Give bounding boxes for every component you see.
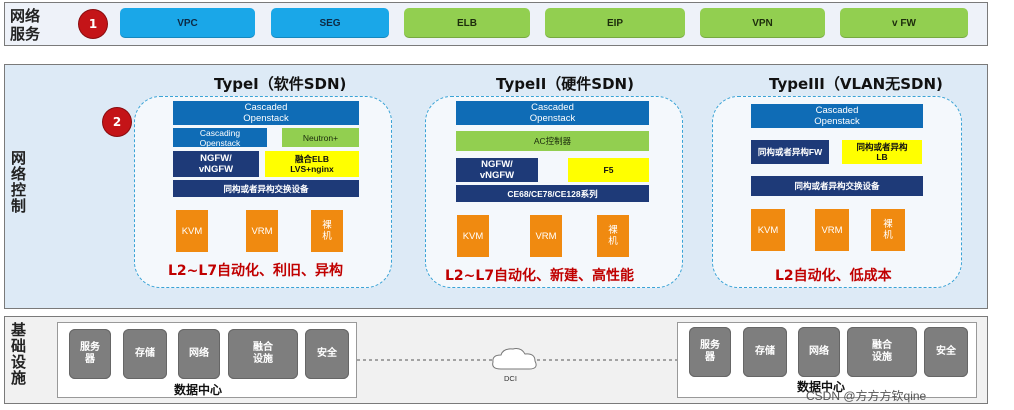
service-vpc: VPC <box>120 8 255 38</box>
dc-left-label: 数据中心 <box>174 383 223 397</box>
service-vpn: VPN <box>700 8 825 38</box>
type2-ac-controller: AC控制器 <box>456 131 649 151</box>
badge-1: 1 <box>79 10 107 38</box>
type3-lb: 同构或者异构 LB <box>842 140 922 164</box>
type1-slogan: L2~L7自动化、利旧、异构 <box>168 263 344 279</box>
type3-vrm: VRM <box>815 209 849 251</box>
type2-f5: F5 <box>568 158 649 182</box>
type2-title: TypeII（硬件SDN) <box>496 75 634 93</box>
dc-right-storage: 存储 <box>743 327 787 377</box>
type1-vrm: VRM <box>246 210 278 252</box>
type2-cascaded-openstack: Cascaded Openstack <box>456 101 649 125</box>
dc-right-security: 安全 <box>924 327 968 377</box>
type3-slogan: L2自动化、低成本 <box>775 268 892 284</box>
type1-elb: 融合ELB LVS+nginx <box>265 151 359 177</box>
type3-cascaded-openstack: Cascaded Openstack <box>751 104 923 128</box>
network-control-label: 网络控制 <box>9 150 27 214</box>
dc-left-network: 网络 <box>178 329 220 379</box>
service-elb: ELB <box>404 8 530 38</box>
dc-right-converged: 融合 设施 <box>847 327 917 377</box>
type2-kvm: KVM <box>457 215 489 257</box>
dci-label: DCI <box>504 374 517 383</box>
service-vfw: v FW <box>840 8 968 38</box>
watermark: CSDN @方方方钦qine <box>806 389 927 403</box>
type2-ngfw: NGFW/ vNGFW <box>456 158 538 182</box>
type2-switch: CE68/CE78/CE128系列 <box>456 185 649 202</box>
type1-cascaded-openstack: Cascaded Openstack <box>173 101 359 125</box>
type2-slogan: L2~L7自动化、新建、高性能 <box>445 268 635 284</box>
type2-vrm: VRM <box>530 215 562 257</box>
service-seg: SEG <box>271 8 389 38</box>
type3-kvm: KVM <box>751 209 785 251</box>
type1-ngfw: NGFW/ vNGFW <box>173 151 259 177</box>
type1-cascading-openstack: Cascading Openstack <box>173 128 267 148</box>
type3-title: TypeIII（VLAN无SDN) <box>769 75 943 93</box>
type1-kvm: KVM <box>176 210 208 252</box>
dc-left-server: 服务 器 <box>69 329 111 379</box>
type1-title: TypeI（软件SDN) <box>214 75 347 93</box>
infrastructure-label: 基础设施 <box>9 322 27 386</box>
type1-switch: 同构或者异构交换设备 <box>173 180 359 197</box>
cloud-icon <box>492 348 537 370</box>
type1-baremetal: 裸 机 <box>311 210 343 252</box>
dc-left-converged: 融合 设施 <box>228 329 298 379</box>
dc-right-server: 服务 器 <box>689 327 731 377</box>
type1-neutron: Neutron+ <box>282 128 359 147</box>
type3-baremetal: 裸 机 <box>871 209 905 251</box>
network-services-label: 网络服务 <box>10 7 41 43</box>
type3-fw: 同构或者异构FW <box>751 140 829 164</box>
type2-baremetal: 裸 机 <box>597 215 629 257</box>
dci-link <box>357 348 677 370</box>
dc-left-security: 安全 <box>305 329 349 379</box>
type3-switch: 同构或者异构交换设备 <box>751 176 923 196</box>
badge-2: 2 <box>103 108 131 136</box>
dc-left-storage: 存储 <box>123 329 167 379</box>
dc-right-network: 网络 <box>798 327 840 377</box>
service-eip: EIP <box>545 8 685 38</box>
